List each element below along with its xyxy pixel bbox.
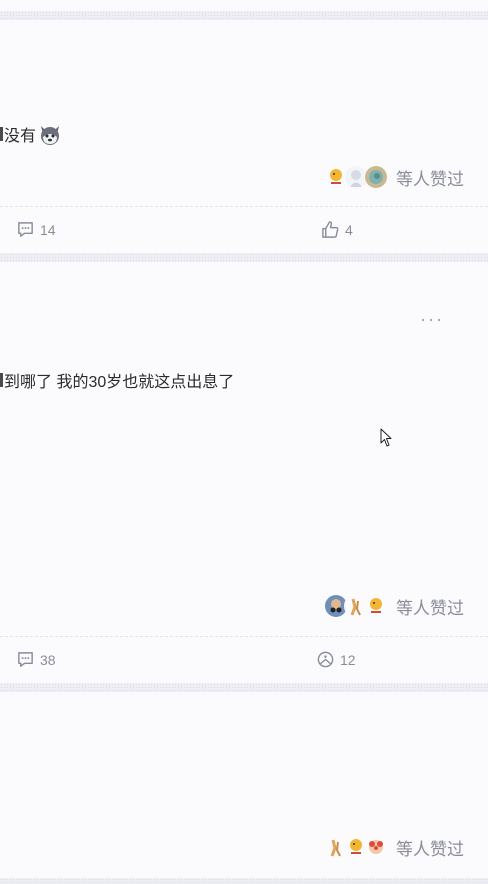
liker-avatars: [324, 594, 388, 618]
post-text-content: 没有: [4, 128, 37, 145]
liker-avatars: [324, 165, 388, 189]
feed-card[interactable]: ··· 到哪了 我的30岁也就这点出息了 等人赞过 38 12: [0, 262, 488, 682]
comment-count: 38: [40, 651, 56, 668]
collect-count: 12: [340, 651, 356, 668]
likers-label: 等人赞过: [396, 169, 464, 189]
feed-separator: [0, 11, 488, 20]
likers-label: 等人赞过: [396, 839, 464, 859]
likers-label: 等人赞过: [396, 598, 464, 618]
feed-page: 没有 等人赞过 14 4 ··· 到哪了 我的30岁也就这点出息了 等人赞过 3…: [0, 0, 488, 884]
feed-separator: [0, 683, 488, 692]
comment-icon: [18, 222, 33, 237]
feed-card[interactable]: 没有 等人赞过 14 4: [0, 20, 488, 252]
comment-button[interactable]: 14: [16, 220, 56, 239]
avatar: [364, 594, 388, 618]
avatar: [364, 165, 388, 189]
mouse-cursor-icon: [380, 428, 392, 447]
card-divider: [0, 206, 488, 207]
feed-separator: [0, 253, 488, 262]
likers-row[interactable]: 等人赞过: [324, 164, 464, 190]
thumbs-up-icon: [322, 221, 339, 238]
comment-button[interactable]: 38: [16, 650, 56, 669]
post-text-content: 到哪了 我的30岁也就这点出息了: [4, 374, 235, 391]
avatar: [364, 835, 388, 859]
more-options-button[interactable]: ···: [420, 310, 444, 328]
post-text: 没有: [0, 122, 62, 146]
collect-icon: [317, 651, 334, 668]
like-count: 4: [345, 221, 353, 238]
likers-row[interactable]: 等人赞过: [324, 593, 464, 619]
card-divider: [0, 636, 488, 637]
likers-row[interactable]: 等人赞过: [324, 834, 464, 860]
collect-button[interactable]: 12: [316, 650, 356, 669]
liker-avatars: [324, 835, 388, 859]
comment-icon: [18, 652, 33, 667]
post-text: 到哪了 我的30岁也就这点出息了: [0, 368, 234, 392]
like-button[interactable]: 4: [321, 220, 353, 239]
husky-face-icon: [38, 122, 62, 146]
comment-count: 14: [40, 221, 56, 238]
feed-separator: [0, 878, 488, 884]
feed-card[interactable]: 等人赞过: [0, 692, 488, 884]
